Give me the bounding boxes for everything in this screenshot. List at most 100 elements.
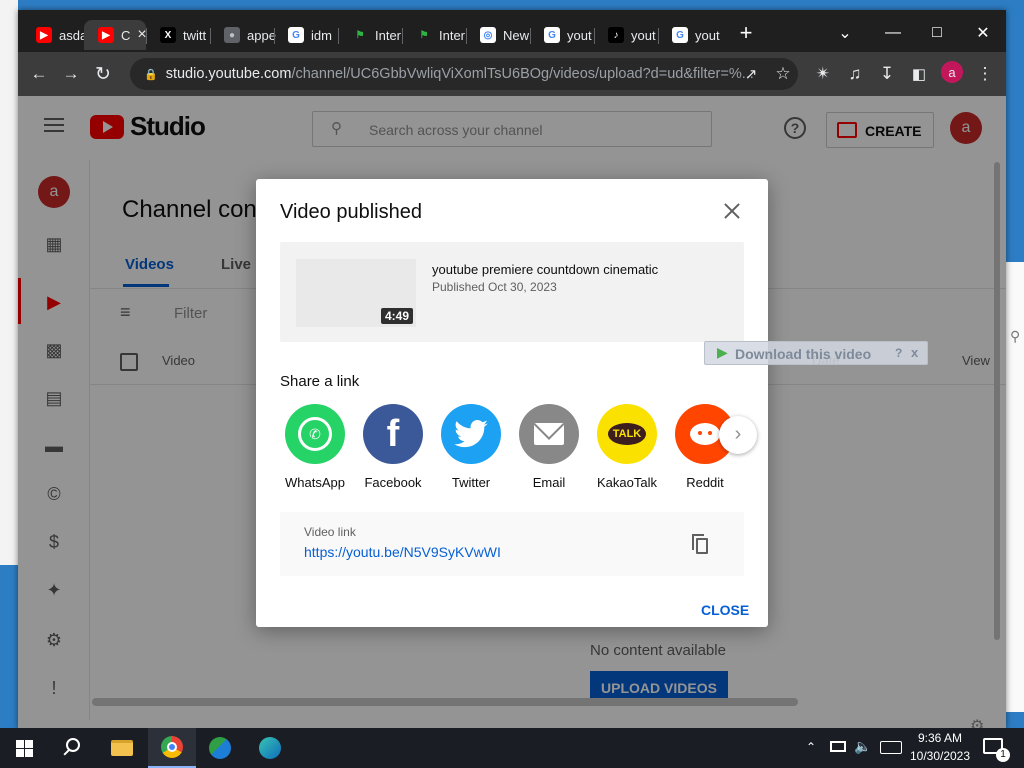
browser-tab-label: appe [247, 27, 276, 43]
browser-tab-label: twitt [183, 27, 207, 43]
browser-tab[interactable]: ⚑ Inter [402, 20, 466, 50]
idm-download-panel[interactable]: ▶ Download this video ? x [704, 341, 928, 365]
youtube-favicon-icon: ▶ [98, 27, 114, 43]
browser-tab[interactable]: ⚑ Inter [338, 20, 402, 50]
twitter-bird-icon [454, 420, 488, 448]
published-date: Published Oct 30, 2023 [432, 280, 557, 294]
back-icon[interactable]: ← [28, 63, 50, 85]
forward-icon[interactable]: → [60, 63, 82, 85]
browser-tab[interactable]: Xtwitt [146, 20, 210, 50]
windows-taskbar: ⌃ 🔈 9:36 AM 10/30/2023 1 [0, 728, 1024, 768]
start-windows-icon[interactable] [0, 728, 48, 768]
browser-tab[interactable]: Gyout [530, 20, 594, 50]
side-panel-icon[interactable]: ◧ [908, 63, 930, 85]
file-explorer-icon[interactable] [98, 728, 146, 768]
network-icon[interactable] [830, 741, 846, 752]
share-twitter-label: Twitter [451, 475, 491, 490]
desktop: ▶ asda ▶ C × Xtwitt ● appe Gidm ⚑ Inter ⚑ Inter ◎ New G… [0, 0, 1024, 768]
clock-time[interactable]: 9:36 AM [910, 731, 970, 745]
new-tab-plus-icon[interactable]: + [732, 18, 760, 48]
browser-tab[interactable]: ● appe [210, 20, 276, 50]
chrome-taskbar-icon[interactable] [148, 728, 196, 768]
video-thumbnail[interactable]: 4:49 [296, 259, 416, 327]
volume-muted-icon[interactable]: 🔈 [854, 738, 871, 755]
share-heading: Share a link [280, 373, 360, 390]
chrome-favicon-icon: ◎ [480, 27, 496, 43]
download-icon[interactable]: ↧ [876, 63, 898, 85]
duration-badge: 4:49 [380, 308, 413, 324]
idm-taskbar-icon[interactable] [196, 728, 244, 768]
share-email-button[interactable] [519, 404, 579, 464]
whatsapp-icon: ✆ [298, 417, 332, 451]
edge-taskbar-icon[interactable] [246, 728, 294, 768]
share-reddit-label: Reddit [686, 475, 724, 490]
reload-icon[interactable]: ↻ [92, 63, 114, 85]
browser-tab-label: yout [631, 27, 656, 43]
minimize-icon[interactable]: — [870, 18, 916, 48]
globe-favicon-icon: ● [224, 27, 240, 43]
tab-search-chevron-icon[interactable]: ⌄ [822, 18, 868, 48]
idm-download-label[interactable]: Download this video [735, 346, 871, 362]
browser-tab-label: Inter [439, 27, 466, 43]
browser-tab-label: asda [59, 27, 88, 43]
share-next-chevron-icon[interactable]: › [719, 416, 757, 454]
extensions-icon[interactable]: ✴ [812, 63, 834, 85]
share-facebook-button[interactable]: f [363, 404, 423, 464]
media-control-icon[interactable]: ♫ [844, 63, 866, 85]
idm-play-icon: ▶ [717, 344, 728, 360]
maximize-icon[interactable]: □ [914, 18, 960, 48]
dialog-close-icon[interactable] [720, 199, 744, 223]
close-button[interactable]: CLOSE [701, 602, 749, 618]
video-link-label: Video link [304, 525, 356, 539]
browser-tab[interactable]: Gidm [274, 20, 338, 50]
profile-avatar[interactable]: a [941, 61, 963, 83]
share-twitter-button[interactable] [441, 404, 501, 464]
google-favicon-icon: G [288, 27, 304, 43]
browser-tab[interactable]: ◎ New [466, 20, 530, 50]
share-icon[interactable]: ↗ [740, 63, 762, 85]
address-bar[interactable]: 🔒 studio.youtube.com/channel/UC6GbbVwliq… [130, 58, 798, 90]
share-whatsapp-label: WhatsApp [285, 475, 345, 490]
share-email-label: Email [532, 475, 566, 490]
youtube-favicon-icon: ▶ [36, 27, 52, 43]
x-twitter-favicon-icon: X [160, 27, 176, 43]
tab-strip: ▶ asda ▶ C × Xtwitt ● appe Gidm ⚑ Inter ⚑ Inter ◎ New G… [18, 10, 1006, 52]
share-whatsapp-button[interactable]: ✆ [285, 404, 345, 464]
url-host: studio.youtube.com [165, 66, 292, 82]
background-window [0, 0, 18, 565]
browser-tab[interactable]: ▶ asda [22, 20, 88, 50]
idm-close-icon[interactable]: x [911, 345, 918, 360]
video-link-url[interactable]: https://youtu.be/N5V9SyKVwWI [304, 544, 501, 560]
kakaotalk-icon: TALK [607, 423, 647, 445]
show-hidden-icons-chevron-icon[interactable]: ⌃ [806, 740, 816, 754]
browser-tab-label: yout [567, 27, 592, 43]
chrome-browser-window: ▶ asda ▶ C × Xtwitt ● appe Gidm ⚑ Inter ⚑ Inter ◎ New G… [18, 10, 1006, 730]
video-summary-card: 4:49 youtube premiere countdown cinemati… [280, 242, 744, 342]
green-flag-favicon-icon: ⚑ [416, 27, 432, 43]
keyboard-icon[interactable] [880, 741, 902, 754]
menu-kebab-icon[interactable]: ⋮ [974, 63, 996, 85]
window-close-icon[interactable]: ✕ [960, 18, 1006, 48]
browser-tab[interactable]: ▶ C × [84, 20, 147, 50]
bookmark-star-icon[interactable]: ☆ [772, 63, 794, 85]
copy-link-icon[interactable] [692, 534, 708, 554]
browser-tab[interactable]: Gyout [658, 20, 722, 50]
background-search-icon: ⚲ [1010, 328, 1021, 344]
share-facebook-label: Facebook [364, 475, 422, 490]
browser-tab[interactable]: ♪ yout [594, 20, 658, 50]
browser-toolbar: ← → ↻ 🔒 studio.youtube.com/channel/UC6Gb… [18, 52, 1006, 96]
tiktok-favicon-icon: ♪ [608, 27, 624, 43]
video-published-dialog: Video published 4:49 youtube premiere co… [256, 179, 768, 627]
idm-help-icon[interactable]: ? [895, 346, 902, 360]
lock-icon: 🔒 [144, 68, 158, 81]
video-title[interactable]: youtube premiere countdown cinematic [432, 262, 658, 277]
dialog-title: Video published [280, 201, 422, 223]
google-favicon-icon: G [544, 27, 560, 43]
video-link-box: Video link https://youtu.be/N5V9SyKVwWI [280, 512, 744, 576]
taskbar-search-icon[interactable] [48, 728, 96, 768]
google-favicon-icon: G [672, 27, 688, 43]
clock-date[interactable]: 10/30/2023 [906, 749, 974, 763]
share-kakaotalk-label: KakaoTalk [597, 475, 657, 490]
share-kakaotalk-button[interactable]: TALK [597, 404, 657, 464]
reddit-alien-icon [690, 423, 720, 445]
